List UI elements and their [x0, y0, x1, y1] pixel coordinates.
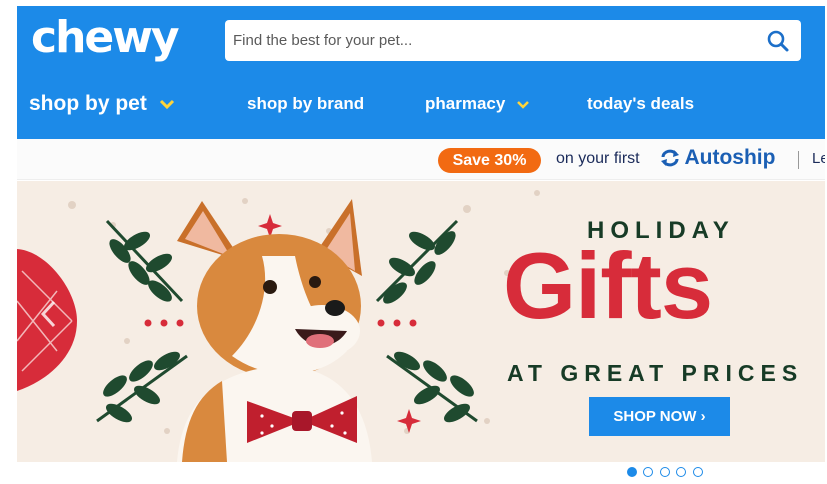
nav-shop-by-pet[interactable]: shop by pet [29, 90, 175, 118]
promo-text: on your first [556, 150, 640, 167]
carousel-dot-5[interactable] [692, 467, 703, 477]
promo-divider [798, 151, 799, 169]
chevron-left-icon [40, 300, 56, 328]
shop-now-button[interactable]: SHOP NOW › [589, 397, 730, 436]
promo-link-truncated[interactable]: Le [812, 150, 825, 167]
carousel-dot-2[interactable] [643, 467, 654, 477]
site-header: chewy shop by pet shop by brand ph [17, 6, 825, 139]
promo-bar[interactable]: Save 30% on your first Autoship Le [17, 139, 825, 180]
search-bar [225, 20, 801, 61]
nav-label: today's deals [587, 94, 695, 113]
page-frame: chewy shop by pet shop by brand ph [17, 6, 825, 462]
carousel-dots [627, 467, 705, 479]
save-badge: Save 30% [438, 148, 541, 173]
nav-label: shop by pet [29, 92, 147, 115]
nav-todays-deals[interactable]: today's deals [587, 90, 694, 118]
search-icon [767, 30, 789, 52]
autoship-icon [661, 149, 679, 167]
main-nav: shop by pet shop by brand pharmacy today… [17, 90, 825, 118]
carousel-prev-button[interactable] [39, 299, 59, 334]
autoship-label: Autoship [684, 146, 776, 169]
nav-label: shop by brand [247, 94, 365, 113]
holiday-banner[interactable]: HOLIDAY Gifts AT GREAT PRICES SHOP NOW › [17, 181, 825, 462]
autoship-link[interactable]: Autoship [660, 146, 775, 174]
banner-subhead: AT GREAT PRICES [507, 360, 804, 386]
chevron-down-icon [517, 100, 529, 109]
carousel-dot-4[interactable] [676, 467, 687, 477]
banner-headline: Gifts [503, 233, 713, 338]
carousel-dot-3[interactable] [659, 467, 670, 477]
nav-pharmacy[interactable]: pharmacy [425, 90, 530, 118]
nav-label: pharmacy [425, 94, 506, 113]
nav-shop-by-brand[interactable]: shop by brand [247, 90, 364, 118]
carousel-dot-1[interactable] [627, 467, 637, 477]
chevron-down-icon [159, 100, 174, 110]
chewy-logo[interactable]: chewy [31, 16, 180, 60]
search-button[interactable] [763, 26, 793, 56]
search-input[interactable] [225, 20, 755, 61]
